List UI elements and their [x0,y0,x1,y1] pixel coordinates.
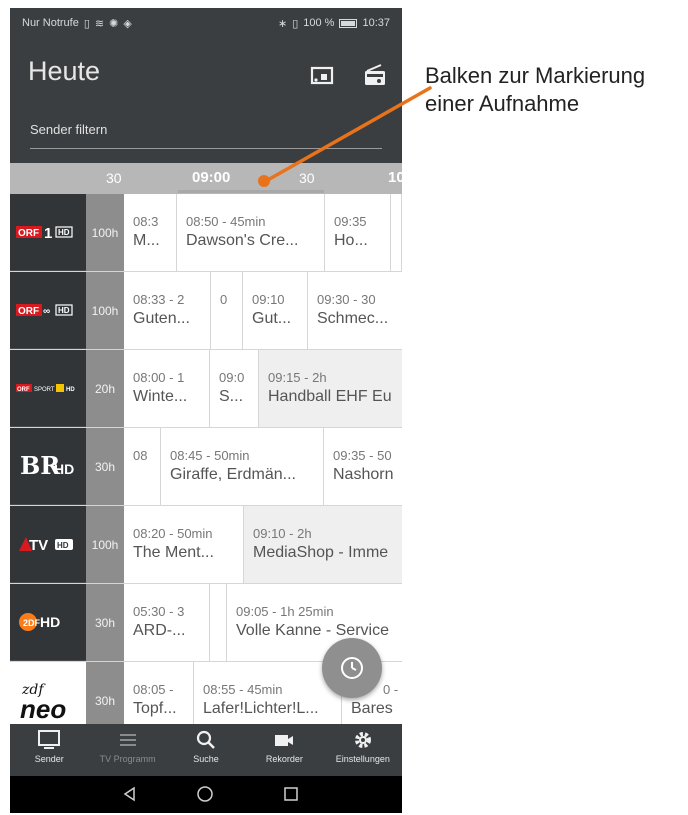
annotation-line-1: Balken zur Markierung [425,63,646,88]
annotation-line-2: einer Aufnahme [425,91,580,116]
annotation-arrow [258,86,432,187]
annotation-text: Balken zur Markierung einer Aufnahme [425,62,645,118]
